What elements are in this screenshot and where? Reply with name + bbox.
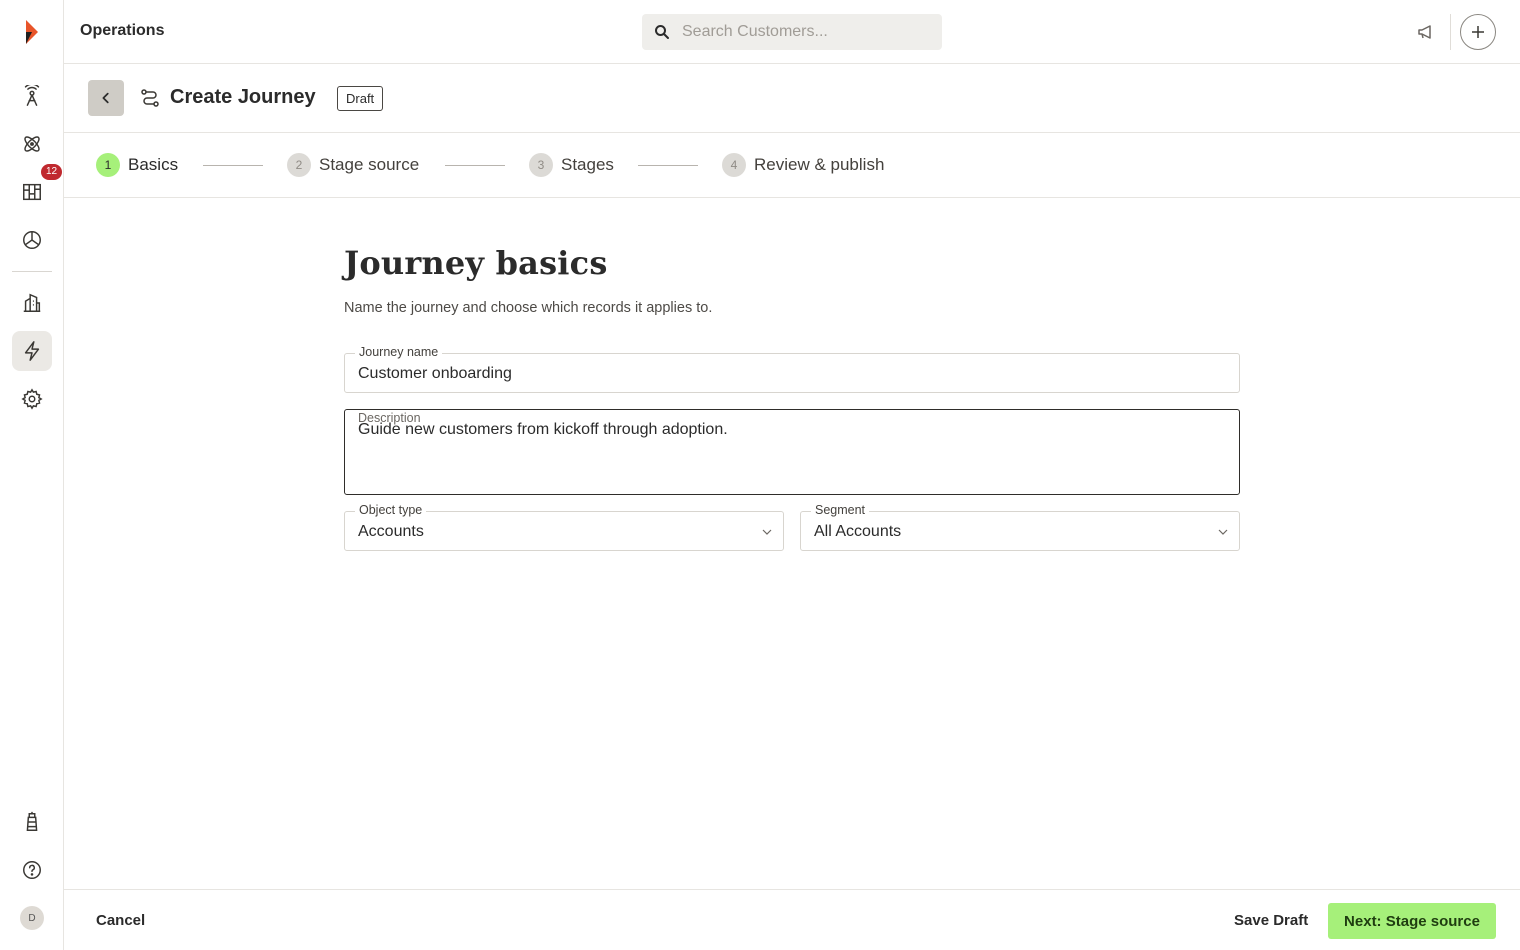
step-label: Stage source xyxy=(319,155,420,174)
gear-icon xyxy=(21,388,43,410)
left-rail: 12 D xyxy=(0,0,64,950)
add-button[interactable] xyxy=(1460,14,1496,50)
building-icon xyxy=(23,293,41,312)
step-number: 1 xyxy=(96,153,120,177)
stepper: 1 Basics 2 Stage source 3 Stages 4 Revie… xyxy=(64,133,1520,198)
nav-item-settings[interactable] xyxy=(12,379,52,419)
help-icon xyxy=(23,861,41,879)
search-box[interactable] xyxy=(642,14,942,50)
step-stages[interactable]: 3 Stages xyxy=(529,153,614,177)
step-label: Stages xyxy=(561,155,614,174)
atom-icon xyxy=(24,136,40,152)
next-step-button[interactable]: Next: Stage source xyxy=(1328,903,1496,939)
step-label: Review & publish xyxy=(754,155,885,174)
object-type-select[interactable]: Object type Accounts xyxy=(344,502,784,551)
journey-name-input[interactable] xyxy=(358,364,1218,384)
step-number: 4 xyxy=(722,153,746,177)
form-subtitle: Name the journey and choose which record… xyxy=(344,300,713,316)
description-input[interactable]: Guide new customers from kickoff through… xyxy=(358,420,1218,480)
megaphone-icon[interactable] xyxy=(1416,22,1436,42)
topbar-separator xyxy=(1450,14,1451,50)
step-basics[interactable]: 1 Basics xyxy=(96,153,178,177)
step-label: Basics xyxy=(128,155,179,174)
journey-name-field[interactable]: Journey name xyxy=(344,344,1240,393)
page-title: Create Journey xyxy=(170,86,316,108)
nav-item-reports[interactable] xyxy=(12,220,52,260)
board-icon xyxy=(23,183,41,201)
back-button[interactable] xyxy=(88,80,124,116)
chevron-down-icon xyxy=(762,529,772,535)
journey-icon xyxy=(141,89,159,107)
chevron-down-icon xyxy=(1218,529,1228,535)
nav-item-companies[interactable] xyxy=(12,283,52,323)
top-bar: Operations xyxy=(64,0,1520,64)
logo-icon[interactable] xyxy=(20,18,44,46)
nav-item-atom[interactable] xyxy=(12,124,52,164)
step-connector xyxy=(203,165,263,166)
page-header: Create Journey Draft xyxy=(64,64,1520,133)
nav-item-help[interactable] xyxy=(12,850,52,890)
cancel-button[interactable]: Cancel xyxy=(84,910,157,931)
radar-icon xyxy=(24,85,40,106)
segment-value: All Accounts xyxy=(814,523,902,540)
rail-divider xyxy=(12,271,52,272)
nav-item-lighthouse[interactable] xyxy=(12,802,52,842)
segment-select[interactable]: Segment All Accounts xyxy=(800,502,1240,551)
nav-item-radar[interactable] xyxy=(12,76,52,116)
search-icon xyxy=(655,25,669,39)
step-number: 3 xyxy=(529,153,553,177)
lightning-icon xyxy=(24,341,40,361)
form-title: Journey basics xyxy=(344,244,608,282)
status-badge: Draft xyxy=(337,86,384,111)
nav-item-automations[interactable] xyxy=(12,331,52,371)
avatar[interactable]: D xyxy=(20,906,44,930)
step-stage-source[interactable]: 2 Stage source xyxy=(287,153,419,177)
step-connector xyxy=(445,165,505,166)
notification-badge: 12 xyxy=(41,164,62,180)
footer-bar: Cancel Save Draft Next: Stage source xyxy=(64,889,1520,950)
lighthouse-icon xyxy=(26,811,38,831)
chevron-left-icon xyxy=(102,92,109,104)
step-number: 2 xyxy=(287,153,311,177)
step-review-publish[interactable]: 4 Review & publish xyxy=(722,153,884,177)
save-draft-button[interactable]: Save Draft xyxy=(1222,910,1320,931)
plus-icon xyxy=(1472,26,1484,38)
description-field[interactable]: Description Guide new customers from kic… xyxy=(344,409,1240,495)
step-connector xyxy=(638,165,698,166)
journey-name-label: Journey name xyxy=(355,344,443,360)
pie-chart-icon xyxy=(23,231,41,249)
segment-label: Segment xyxy=(811,502,870,518)
object-type-value: Accounts xyxy=(358,523,424,540)
search-input[interactable] xyxy=(682,14,932,50)
object-type-label: Object type xyxy=(355,502,427,518)
workspace-title: Operations xyxy=(80,22,165,39)
